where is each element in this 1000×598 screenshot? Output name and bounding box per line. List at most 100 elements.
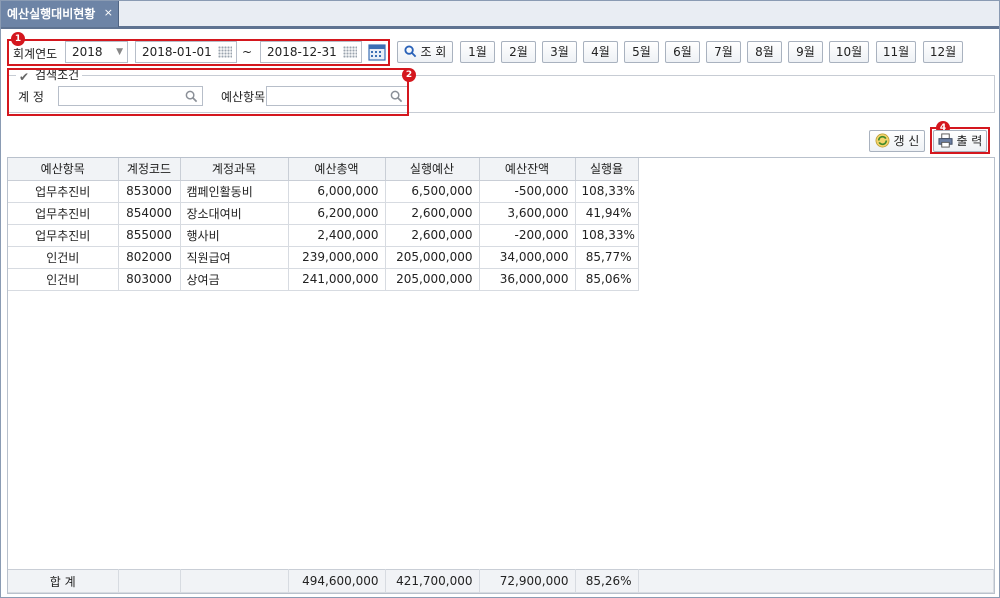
table-body: 예산항목 계정코드 계정과목 예산총액 실행예산 예산잔액 실행율 업무추진비 …	[8, 158, 639, 291]
month-button-8[interactable]: 8월	[747, 41, 782, 63]
month-button-11[interactable]: 11월	[876, 41, 916, 63]
badge-2: 2	[402, 68, 416, 82]
cell: 업무추진비	[8, 224, 119, 247]
cell: 85,06%	[575, 268, 639, 291]
cell: 854000	[118, 202, 181, 225]
tab-bar: 예산실행대비현황 ×	[1, 1, 999, 29]
fiscal-year-label: 회계연도	[13, 47, 58, 61]
cell: 108,33%	[575, 180, 639, 203]
month-button-5[interactable]: 5월	[624, 41, 659, 63]
table-row[interactable]: 업무추진비 855000 행사비 2,400,000 2,600,000 -20…	[8, 224, 639, 247]
cell	[118, 569, 181, 593]
cell: 239,000,000	[288, 246, 386, 269]
cell: 직원급여	[180, 246, 289, 269]
table-row[interactable]: 인건비 803000 상여금 241,000,000 205,000,000 3…	[8, 268, 639, 291]
date-to-field[interactable]: 2018-12-31	[260, 41, 362, 63]
calendar-icon[interactable]	[367, 42, 387, 62]
cell: 108,33%	[575, 224, 639, 247]
total-row: 합 계 494,600,000 421,700,000 72,900,000 8…	[8, 569, 994, 593]
table-total-row: 합 계 494,600,000 421,700,000 72,900,000 8…	[8, 569, 994, 593]
cell: 2,400,000	[288, 224, 386, 247]
print-button[interactable]: 출 력	[933, 130, 987, 152]
cell: -500,000	[479, 180, 576, 203]
cell: 241,000,000	[288, 268, 386, 291]
month-button-2[interactable]: 2월	[501, 41, 536, 63]
cell: 인건비	[8, 246, 119, 269]
print-button-label: 출 력	[956, 134, 983, 148]
month-button-7[interactable]: 7월	[706, 41, 741, 63]
search-icon	[404, 45, 416, 58]
app-window: 예산실행대비현황 × 1 회계연도 2018 ▼ 2018-01-01 ~ 20…	[0, 0, 1000, 598]
cell: 캠페인활동비	[180, 180, 289, 203]
month-button-6[interactable]: 6월	[665, 41, 700, 63]
cell: 6,000,000	[288, 180, 386, 203]
cell: 41,94%	[575, 202, 639, 225]
month-button-4[interactable]: 4월	[583, 41, 618, 63]
cell: 업무추진비	[8, 180, 119, 203]
month-button-9[interactable]: 9월	[788, 41, 823, 63]
total-budget: 494,600,000	[288, 569, 386, 593]
cell: 802000	[118, 246, 181, 269]
cell: 36,000,000	[479, 268, 576, 291]
printer-icon	[938, 133, 953, 148]
fiscal-year-select[interactable]: 2018 ▼	[65, 41, 128, 63]
column-header[interactable]: 실행예산	[385, 158, 480, 181]
cell-filler	[638, 569, 994, 593]
cell: 803000	[118, 268, 181, 291]
table-row[interactable]: 인건비 802000 직원급여 239,000,000 205,000,000 …	[8, 246, 639, 269]
cell: 업무추진비	[8, 202, 119, 225]
refresh-icon	[875, 133, 890, 148]
table-header-row: 예산항목 계정코드 계정과목 예산총액 실행예산 예산잔액 실행율	[8, 158, 639, 181]
table-row[interactable]: 업무추진비 853000 캠페인활동비 6,000,000 6,500,000 …	[8, 180, 639, 203]
column-header[interactable]: 예산잔액	[479, 158, 576, 181]
month-button-1[interactable]: 1월	[460, 41, 495, 63]
total-label: 합 계	[8, 569, 119, 593]
search-button-label: 조 회	[420, 45, 447, 59]
cell: 6,200,000	[288, 202, 386, 225]
cell: 6,500,000	[385, 180, 480, 203]
refresh-button[interactable]: 갱 신	[869, 130, 925, 152]
refresh-button-label: 갱 신	[893, 134, 920, 148]
cell: 205,000,000	[385, 268, 480, 291]
table-row[interactable]: 업무추진비 854000 장소대여비 6,200,000 2,600,000 3…	[8, 202, 639, 225]
budget-table: 예산항목 계정코드 계정과목 예산총액 실행예산 예산잔액 실행율 업무추진비 …	[7, 157, 995, 594]
total-balance: 72,900,000	[479, 569, 576, 593]
cell: 3,600,000	[479, 202, 576, 225]
cell	[180, 569, 289, 593]
cell: 853000	[118, 180, 181, 203]
cell: 장소대여비	[180, 202, 289, 225]
tab-title: 예산실행대비현황	[7, 7, 96, 21]
total-rate: 85,26%	[575, 569, 639, 593]
cell: 2,600,000	[385, 202, 480, 225]
column-header[interactable]: 예산항목	[8, 158, 119, 181]
cell: 205,000,000	[385, 246, 480, 269]
column-header[interactable]: 예산총액	[288, 158, 386, 181]
month-button-3[interactable]: 3월	[542, 41, 577, 63]
search-button[interactable]: 조 회	[397, 41, 453, 63]
calendar-grid-icon[interactable]	[343, 46, 357, 58]
total-executed: 421,700,000	[385, 569, 480, 593]
cell: 행사비	[180, 224, 289, 247]
cell: 85,77%	[575, 246, 639, 269]
tab-budget-execution[interactable]: 예산실행대비현황 ×	[1, 1, 119, 27]
close-icon[interactable]: ×	[104, 0, 113, 26]
cell: 855000	[118, 224, 181, 247]
column-header[interactable]: 계정코드	[118, 158, 181, 181]
date-separator: ~	[242, 45, 253, 59]
cell: 인건비	[8, 268, 119, 291]
cell: 상여금	[180, 268, 289, 291]
chevron-down-icon: ▼	[116, 47, 123, 57]
date-to-value: 2018-12-31	[267, 45, 337, 59]
date-from-field[interactable]: 2018-01-01	[135, 41, 237, 63]
fiscal-year-value: 2018	[72, 45, 103, 59]
cell: 2,600,000	[385, 224, 480, 247]
date-from-value: 2018-01-01	[142, 45, 212, 59]
calendar-grid-icon[interactable]	[218, 46, 232, 58]
month-button-12[interactable]: 12월	[923, 41, 963, 63]
cell: 34,000,000	[479, 246, 576, 269]
search-conditions-highlight	[7, 68, 409, 116]
column-header[interactable]: 실행율	[575, 158, 639, 181]
column-header[interactable]: 계정과목	[180, 158, 289, 181]
badge-1: 1	[11, 32, 25, 46]
month-button-10[interactable]: 10월	[829, 41, 869, 63]
